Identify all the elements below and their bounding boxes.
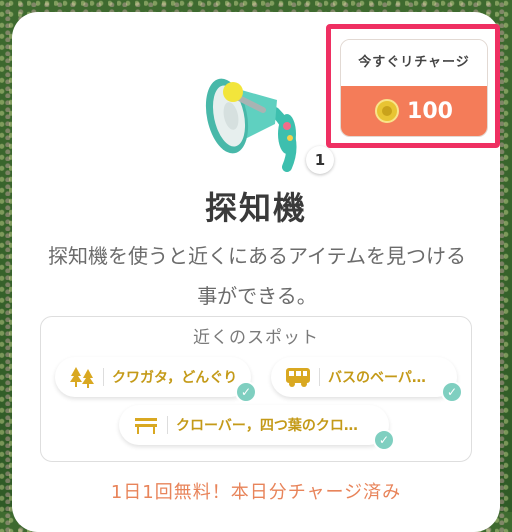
detector-megaphone-icon	[205, 78, 297, 172]
recharge-highlight: 今すぐリチャージ 100	[326, 24, 500, 148]
recharge-button[interactable]: 今すぐリチャージ 100	[340, 39, 488, 137]
item-count-badge: 1	[306, 146, 334, 174]
charge-status-text: 1日1回無料！本日分チャージ済み	[110, 482, 402, 503]
price-value: 100	[407, 98, 453, 124]
bus-icon	[286, 368, 310, 387]
spots-title: 近くのスポット	[193, 328, 319, 348]
trees-icon	[70, 367, 94, 388]
spot-label: クローバー，四つ葉のクロ…	[176, 418, 358, 434]
recharge-label: 今すぐリチャージ	[341, 40, 487, 86]
coin-icon	[375, 99, 400, 123]
chip-separator	[319, 368, 320, 386]
nearby-spots-panel: 近くのスポット クワガタ，どんぐり ✓ バスのベーパ… ✓ クローバー，四つ葉の…	[40, 316, 472, 462]
checkmark-icon: ✓	[441, 381, 463, 403]
spot-chip[interactable]: クワガタ，どんぐり ✓	[55, 357, 257, 403]
checkmark-icon: ✓	[235, 381, 257, 403]
recharge-price: 100	[341, 86, 487, 136]
spot-label: クワガタ，どんぐり	[112, 370, 238, 386]
chip-separator	[167, 416, 168, 434]
spot-chip[interactable]: バスのベーパ… ✓	[271, 357, 463, 403]
checkmark-icon: ✓	[373, 429, 395, 451]
bench-icon	[135, 418, 157, 434]
spot-chip[interactable]: クローバー，四つ葉のクロ… ✓	[119, 405, 395, 451]
item-name: 探知機	[204, 189, 307, 227]
item-description: 探知機を使うと近くにあるアイテムを見つける事ができる。	[48, 244, 466, 308]
chip-separator	[103, 368, 104, 386]
spot-label: バスのベーパ…	[328, 370, 426, 386]
